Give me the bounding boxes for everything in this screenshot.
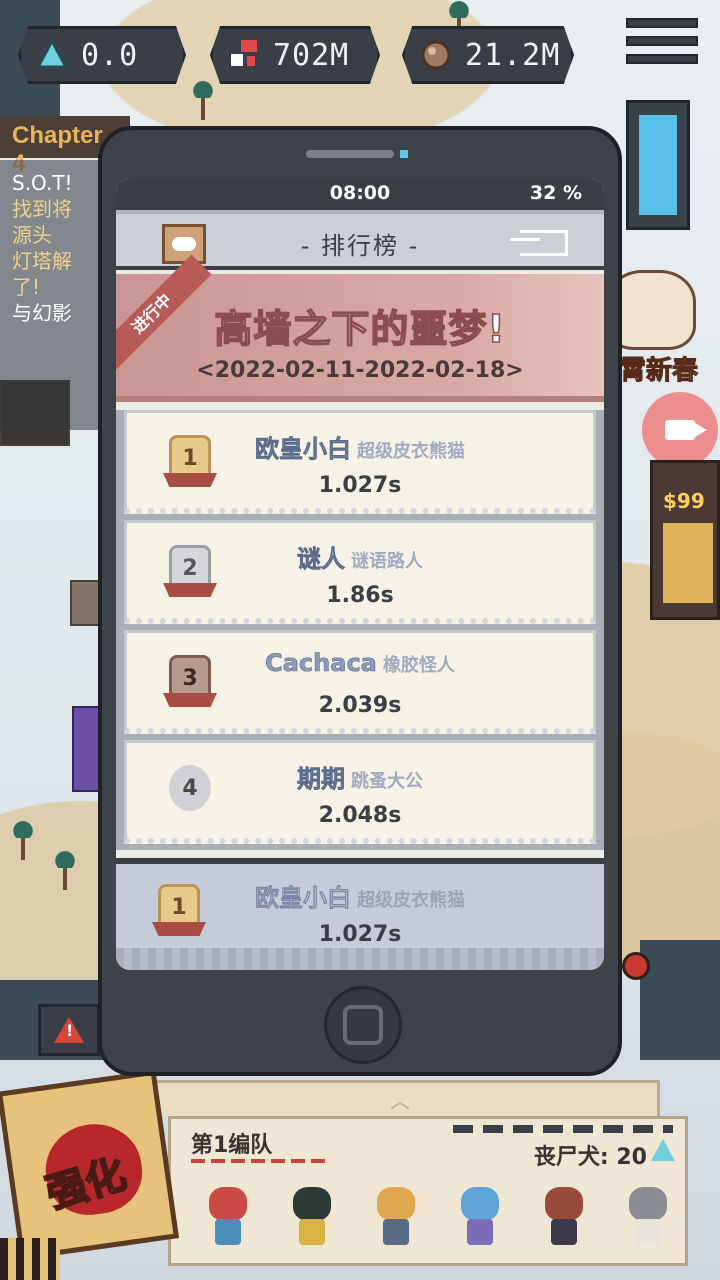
ore-icon <box>419 38 453 72</box>
fence <box>0 1238 60 1280</box>
menu-button[interactable] <box>626 18 698 74</box>
phone-speaker <box>306 150 394 158</box>
quest-line: 灯塔解 <box>12 249 72 273</box>
player-title: 超级皮衣熊猫 <box>357 441 465 462</box>
warning-button[interactable] <box>38 1004 100 1056</box>
purple-character <box>72 706 100 792</box>
resource-ore[interactable]: 21.2M <box>402 26 574 84</box>
menu-bar <box>626 54 698 64</box>
back-arrow-icon[interactable] <box>510 230 568 256</box>
player-title: 超级皮衣熊猫 <box>357 890 465 911</box>
quest-panel[interactable]: S.O.T! 找到将 源头 灯塔解 了! 与幻影 <box>0 160 110 430</box>
player-time: 2.039s <box>318 693 402 718</box>
quest-line: 源头 <box>12 223 52 247</box>
hero-slot[interactable] <box>449 1183 511 1249</box>
menu-bar <box>626 18 698 28</box>
hero-slot[interactable] <box>533 1183 595 1249</box>
player-title: 跳蚤大公 <box>351 771 423 792</box>
player-name-line: Cachaca 橡胶怪人 <box>127 649 593 678</box>
spring-event-label[interactable]: 霄新春 <box>619 350 698 387</box>
hero-slot[interactable] <box>281 1183 343 1249</box>
player-name: Cachaca <box>265 649 377 678</box>
phone-camera <box>400 150 408 158</box>
quest-line: 找到将 <box>12 197 72 221</box>
resource-value: 21.2M <box>465 37 561 73</box>
chevron-up-icon: ︿ <box>390 1089 410 1113</box>
quest-line: 了! <box>12 275 41 299</box>
player-title: 橡胶怪人 <box>382 655 455 676</box>
expand-panel-tab[interactable]: ︿ <box>140 1080 660 1116</box>
player-name: 期期 <box>297 765 346 794</box>
resource-crystal[interactable]: 0.0 <box>18 26 186 84</box>
hero-list <box>197 1183 679 1249</box>
player-name: 谜人 <box>297 545 346 574</box>
resource-value: 0.0 <box>81 37 139 73</box>
crystal-icon <box>651 1139 675 1161</box>
water-tank[interactable] <box>626 100 690 230</box>
hero-slot[interactable] <box>365 1183 427 1249</box>
hero-slot[interactable] <box>617 1183 679 1249</box>
ranking-list[interactable]: 1 欧皇小白 超级皮衣熊猫 1.027s 2 谜人 谜语路人 1.86s 3 C… <box>116 410 604 850</box>
status-battery: 32 % <box>529 182 582 204</box>
squad-underline <box>191 1159 331 1163</box>
palm-tree <box>10 820 36 860</box>
ranking-row[interactable]: 3 Cachaca 橡胶怪人 2.039s <box>124 630 596 734</box>
event-title: 高墙之下的噩梦! <box>214 306 506 352</box>
crystal-icon <box>35 37 69 72</box>
event-banner[interactable]: 进行中 高墙之下的噩梦! <2022-02-11-2022-02-18> <box>116 254 604 402</box>
player-name-line: 期期 跳蚤大公 <box>127 759 593 794</box>
squad-title: 第1编队 <box>191 1133 273 1158</box>
squad-panel[interactable]: 第1编队 丧尸犬: 20 <box>168 1116 688 1266</box>
player-time: 1.86s <box>326 583 394 608</box>
my-ranking-row[interactable]: 1 欧皇小白 超级皮衣熊猫 1.027s <box>116 858 604 970</box>
player-time: 1.027s <box>318 922 402 947</box>
ranking-row[interactable]: 4 期期 跳蚤大公 2.048s <box>124 740 596 844</box>
hero-slot[interactable] <box>197 1183 259 1249</box>
ranking-row[interactable]: 1 欧皇小白 超级皮衣熊猫 1.027s <box>124 410 596 514</box>
menu-bar <box>626 36 698 46</box>
squad-divider <box>453 1125 673 1133</box>
record-button[interactable] <box>642 392 718 468</box>
player-time: 2.048s <box>318 803 402 828</box>
player-time: 1.027s <box>318 473 402 498</box>
phone-modal: 08:00 32 % - 排行榜 - 进行中 高墙之下的噩梦! <2022-02… <box>98 126 622 1076</box>
quest-line: 与幻影 <box>12 301 72 325</box>
rock <box>70 580 100 626</box>
warning-icon <box>54 1017 84 1043</box>
player-name-line: 谜人 谜语路人 <box>127 539 593 574</box>
event-dates: <2022-02-11-2022-02-18> <box>196 358 524 383</box>
home-button[interactable] <box>324 986 402 1064</box>
palm-tree <box>52 850 78 890</box>
quest-line: S.O.T! <box>12 171 73 195</box>
status-bar: 08:00 32 % <box>116 178 604 210</box>
squad-count: 丧尸犬: 20 <box>533 1145 647 1170</box>
camera-icon <box>665 420 707 440</box>
resource-blocks[interactable]: 702M <box>210 26 380 84</box>
blocks-icon <box>227 38 261 72</box>
water <box>640 940 720 1060</box>
palm-tree <box>190 80 216 120</box>
player-name: 欧皇小白 <box>255 884 352 913</box>
home-square-icon <box>343 1005 383 1045</box>
stop-sign-icon <box>622 952 650 980</box>
shop-price: $99 <box>663 489 705 513</box>
player-name: 欧皇小白 <box>255 435 352 464</box>
player-name-line: 欧皇小白 超级皮衣熊猫 <box>127 429 593 464</box>
player-name-line: 欧皇小白 超级皮衣熊猫 <box>116 878 604 913</box>
phone-screen: 08:00 32 % - 排行榜 - 进行中 高墙之下的噩梦! <2022-02… <box>116 178 604 970</box>
shop-machine[interactable]: $99 <box>650 460 720 620</box>
resource-value: 702M <box>273 37 350 73</box>
player-title: 谜语路人 <box>351 551 423 572</box>
boost-button[interactable]: 强化 <box>0 1069 180 1261</box>
ranking-row[interactable]: 2 谜人 谜语路人 1.86s <box>124 520 596 624</box>
